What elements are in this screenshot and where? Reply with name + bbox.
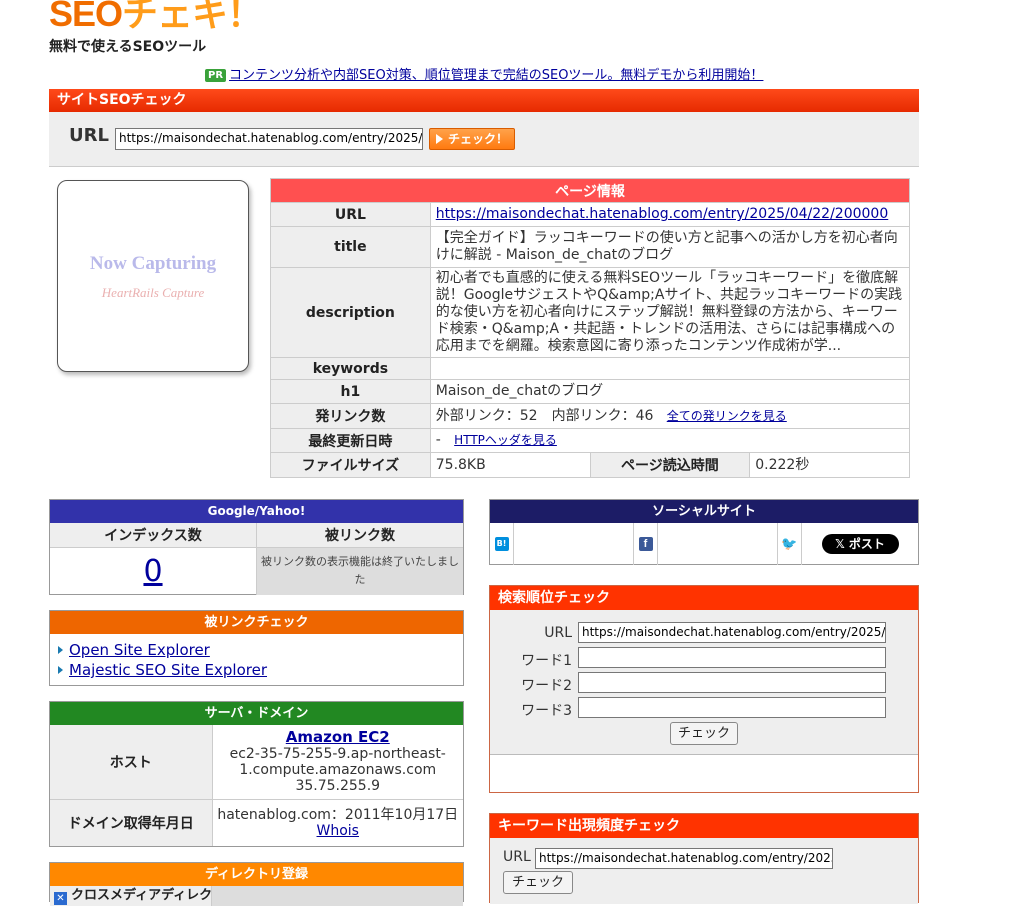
list-item: Open Site Explorer <box>58 640 463 660</box>
page-title-value: 【完全ガイド】ラッコキーワードの使い方と記事への活かし方を初心者向けに解説 - … <box>429 226 911 268</box>
logo-tagline: 無料で使えるSEOツール <box>49 39 207 55</box>
index-count-label: インデックス数 <box>50 523 257 548</box>
page-description-value: 初心者でも直感的に使える無料SEOツール「ラッコキーワード」を徹底解説！Goog… <box>429 267 911 358</box>
rank-check-title: 検索順位チェック <box>490 586 918 610</box>
list-item: Majestic SEO Site Explorer <box>58 660 463 680</box>
directory-panel: ディレクトリ登録 ✕ クロスメディアディレクト <box>49 862 464 906</box>
facebook-count <box>658 523 778 565</box>
filesize-value: 75.8KB <box>429 452 591 478</box>
url-input[interactable]: https://maisondechat.hatenablog.com/entr… <box>115 128 423 150</box>
google-yahoo-panel: Google/Yahoo! インデックス数 被リンク数 0 被リンク数の表示機能… <box>49 499 464 595</box>
domain-date-label: ドメイン取得年月日 <box>50 799 213 846</box>
word3-input[interactable] <box>578 697 886 718</box>
facebook-icon[interactable]: f <box>638 537 653 551</box>
word1-input[interactable] <box>578 647 886 668</box>
page-thumbnail: Now Capturing HeartRails Capture <box>57 180 249 372</box>
keyword-frequency-panel: キーワード出現頻度チェック URL https://maisondechat.h… <box>489 813 919 904</box>
kw-url-label: URL <box>503 849 531 865</box>
updated-row-label: 最終更新日時 <box>270 428 431 453</box>
loadtime-row-label: ページ読込時間 <box>589 452 751 478</box>
server-domain-panel: サーバ・ドメイン ホスト Amazon EC2 ec2-35-75-255-9.… <box>49 701 464 847</box>
rank-url-input[interactable]: https://maisondechat.hatenablog.com/entr… <box>578 622 886 643</box>
capture-brand: HeartRails Capture <box>101 285 205 300</box>
directory-title: ディレクトリ登録 <box>50 863 463 886</box>
directory-item: クロスメディアディレクト <box>71 888 212 903</box>
twitter-bird-icon[interactable]: 🐦 <box>781 537 797 552</box>
page-info-table: ページ情報 URL https://maisondechat.hatenablo… <box>270 178 911 478</box>
page-keywords-value <box>429 357 911 380</box>
rank-url-label: URL <box>544 625 572 641</box>
description-row-label: description <box>270 267 431 358</box>
word1-label: ワード1 <box>521 653 572 669</box>
social-panel: ソーシャルサイト B! f 🐦 𝕏 ポスト <box>489 499 919 565</box>
site-seo-check-title: サイトSEOチェック <box>49 89 919 112</box>
arrow-right-icon <box>58 646 63 654</box>
keywords-row-label: keywords <box>270 357 431 380</box>
index-count-link[interactable]: 0 <box>143 554 162 589</box>
host-detail: ec2-35-75-255-9.ap-northeast-1.compute.a… <box>229 746 446 779</box>
google-yahoo-title: Google/Yahoo! <box>50 500 463 523</box>
rank-check-panel: 検索順位チェック URL https://maisondechat.hatena… <box>489 585 919 793</box>
backlink-check-panel: 被リンクチェック Open Site Explorer Majestic SEO… <box>49 610 464 686</box>
page-info-header: ページ情報 <box>270 178 910 203</box>
links-row-label: 発リンク数 <box>270 403 431 429</box>
open-site-explorer-link[interactable]: Open Site Explorer <box>69 641 210 659</box>
backlink-check-title: 被リンクチェック <box>50 611 463 634</box>
page-h1-value: Maison_de_chatのブログ <box>429 379 911 404</box>
updated-value: - <box>435 432 441 448</box>
host-provider-link[interactable]: Amazon EC2 <box>286 728 390 746</box>
links-count-value: 外部リンク：52 内部リンク：46 <box>435 407 654 424</box>
loadtime-value: 0.222秒 <box>749 452 910 478</box>
site-seo-check: サイトSEOチェック URL https://maisondechat.hate… <box>49 89 919 167</box>
hatena-count <box>514 523 634 565</box>
domain-date-value: hatenablog.com：2011年10月17日 <box>217 806 459 823</box>
title-row-label: title <box>270 226 431 268</box>
backlink-count-label: 被リンク数 <box>256 523 463 548</box>
kw-url-input[interactable]: https://maisondechat.hatenablog.com/entr… <box>535 848 833 869</box>
all-links-link[interactable]: 全ての発リンクを見る <box>667 409 787 423</box>
keyword-frequency-title: キーワード出現頻度チェック <box>490 814 918 838</box>
h1-row-label: h1 <box>270 379 431 404</box>
majestic-seo-link[interactable]: Majestic SEO Site Explorer <box>69 661 267 679</box>
check-button[interactable]: チェック！ <box>429 128 515 150</box>
kw-check-button[interactable]: チェック <box>503 871 573 894</box>
pr-link[interactable]: コンテンツ分析や内部SEO対策、順位管理まで完結のSEOツール。無料デモから利用… <box>229 68 763 83</box>
pr-banner: PR コンテンツ分析や内部SEO対策、順位管理まで完結のSEOツール。無料デモから… <box>205 64 763 83</box>
capture-text: Now Capturing <box>89 253 217 274</box>
word2-input[interactable] <box>578 672 886 693</box>
url-row-label: URL <box>270 202 431 227</box>
x-post-button[interactable]: 𝕏 ポスト <box>821 534 899 554</box>
host-label: ホスト <box>50 725 213 800</box>
url-label: URL <box>69 125 109 146</box>
word2-label: ワード2 <box>521 678 572 694</box>
http-header-link[interactable]: HTTPヘッダを見る <box>454 433 557 447</box>
pr-badge: PR <box>205 69 227 82</box>
hatena-bookmark-icon[interactable]: B! <box>494 537 509 551</box>
logo-wordmark: SEOチェキ！ <box>49 0 263 34</box>
site-logo[interactable]: SEOチェキ！ 無料で使えるSEOツール <box>49 0 263 56</box>
backlink-ended-notice: 被リンク数の表示機能は終了いたしました <box>256 547 463 595</box>
server-domain-title: サーバ・ドメイン <box>50 702 463 725</box>
word3-label: ワード3 <box>521 703 572 719</box>
social-title: ソーシャルサイト <box>490 500 918 523</box>
play-icon <box>435 134 443 144</box>
page-url-link[interactable]: https://maisondechat.hatenablog.com/entr… <box>436 206 889 222</box>
host-ip: 35.75.255.9 <box>295 778 381 795</box>
filesize-row-label: ファイルサイズ <box>270 452 431 478</box>
whois-link[interactable]: Whois <box>317 823 359 839</box>
rank-check-button[interactable]: チェック <box>670 722 738 745</box>
arrow-right-icon <box>58 666 63 674</box>
